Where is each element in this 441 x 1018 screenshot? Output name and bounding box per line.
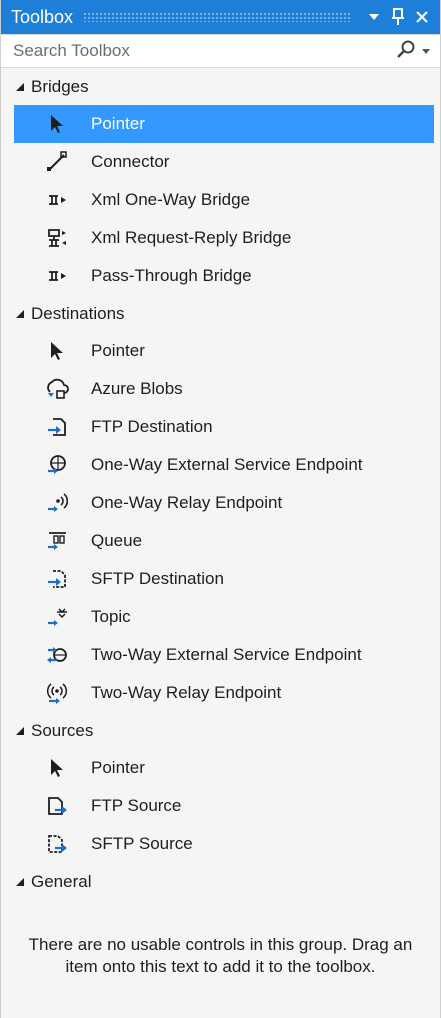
item-label: Connector bbox=[91, 152, 170, 171]
group-header-bridges[interactable]: Bridges bbox=[1, 68, 440, 105]
item-label: Two-Way Relay Endpoint bbox=[91, 683, 282, 702]
pass-through-bridge-icon bbox=[45, 264, 69, 288]
toolbox-item-one-way-external-service-endpoint[interactable]: One-Way External Service Endpoint bbox=[1, 446, 440, 484]
azure-blobs-icon bbox=[45, 377, 69, 401]
group-header-general[interactable]: General bbox=[1, 863, 440, 900]
search-icon[interactable] bbox=[396, 39, 416, 64]
request-reply-bridge-icon bbox=[45, 226, 69, 250]
item-label: Queue bbox=[91, 531, 143, 550]
external-service-endpoint-icon bbox=[45, 453, 69, 477]
expanded-triangle-icon bbox=[15, 726, 25, 736]
toolbox-item-pointer[interactable]: Pointer bbox=[14, 105, 434, 143]
relay-endpoint-icon bbox=[45, 491, 69, 515]
toolbox-item-sftp-destination[interactable]: SFTP Destination bbox=[1, 560, 440, 598]
item-label: FTP Destination bbox=[91, 417, 213, 436]
one-way-bridge-icon bbox=[45, 188, 69, 212]
toolbox-item-ftp-destination[interactable]: FTP Destination bbox=[1, 408, 440, 446]
search-box bbox=[1, 34, 440, 68]
toolbox-item-connector[interactable]: Connector bbox=[1, 143, 440, 181]
toolbox-item-two-way-relay-endpoint[interactable]: Two-Way Relay Endpoint bbox=[1, 674, 440, 712]
toolbox-item-one-way-relay-endpoint[interactable]: One-Way Relay Endpoint bbox=[1, 484, 440, 522]
sftp-source-icon bbox=[45, 832, 69, 856]
toolbox-title: Toolbox bbox=[11, 6, 74, 27]
group-label: Destinations bbox=[31, 303, 125, 323]
expanded-triangle-icon bbox=[15, 309, 25, 319]
item-label: Pass-Through Bridge bbox=[91, 266, 252, 285]
group-label: Bridges bbox=[31, 76, 89, 96]
toolbox-titlebar[interactable]: Toolbox bbox=[1, 0, 440, 34]
item-label: Pointer bbox=[91, 758, 145, 777]
item-label: SFTP Source bbox=[91, 834, 193, 853]
pointer-icon bbox=[45, 339, 69, 363]
dropdown-icon[interactable] bbox=[364, 6, 384, 28]
queue-icon bbox=[45, 529, 69, 553]
empty-group-message[interactable]: There are no usable controls in this gro… bbox=[1, 900, 440, 978]
toolbox-item-azure-blobs[interactable]: Azure Blobs bbox=[1, 370, 440, 408]
toolbox-item-pass-through-bridge[interactable]: Pass-Through Bridge bbox=[1, 257, 440, 295]
item-label: Pointer bbox=[91, 341, 145, 360]
toolbox-item-two-way-external-service-endpoint[interactable]: Two-Way External Service Endpoint bbox=[1, 636, 440, 674]
item-label: Xml One-Way Bridge bbox=[91, 190, 251, 209]
item-label: Xml Request-Reply Bridge bbox=[91, 228, 292, 247]
toolbox-item-xml-request-reply-bridge[interactable]: Xml Request-Reply Bridge bbox=[1, 219, 440, 257]
toolbox-panel: Toolbox Bridges Pointer bbox=[0, 0, 441, 1018]
ftp-destination-icon bbox=[45, 415, 69, 439]
titlebar-grip[interactable] bbox=[83, 12, 350, 22]
group-header-sources[interactable]: Sources bbox=[1, 712, 440, 749]
item-label: FTP Source bbox=[91, 796, 182, 815]
two-way-relay-endpoint-icon bbox=[45, 681, 69, 705]
search-options-icon[interactable] bbox=[422, 42, 430, 60]
topic-icon bbox=[45, 605, 69, 629]
item-label: Azure Blobs bbox=[91, 379, 183, 398]
close-icon[interactable] bbox=[412, 6, 432, 28]
toolbox-item-sftp-source[interactable]: SFTP Source bbox=[1, 825, 440, 863]
expanded-triangle-icon bbox=[15, 877, 25, 887]
item-label: One-Way Relay Endpoint bbox=[91, 493, 283, 512]
toolbox-item-queue[interactable]: Queue bbox=[1, 522, 440, 560]
item-label: Two-Way External Service Endpoint bbox=[91, 645, 362, 664]
toolbox-item-xml-one-way-bridge[interactable]: Xml One-Way Bridge bbox=[1, 181, 440, 219]
two-way-external-service-endpoint-icon bbox=[45, 643, 69, 667]
search-input[interactable] bbox=[11, 40, 396, 62]
item-label: Pointer bbox=[91, 114, 145, 133]
toolbox-item-ftp-source[interactable]: FTP Source bbox=[1, 787, 440, 825]
item-label: One-Way External Service Endpoint bbox=[91, 455, 363, 474]
toolbox-item-pointer[interactable]: Pointer bbox=[1, 749, 440, 787]
pointer-icon bbox=[45, 756, 69, 780]
group-label: Sources bbox=[31, 720, 94, 740]
pointer-icon bbox=[45, 112, 69, 136]
pin-icon[interactable] bbox=[388, 6, 408, 28]
toolbox-item-pointer[interactable]: Pointer bbox=[1, 332, 440, 370]
expanded-triangle-icon bbox=[15, 82, 25, 92]
sftp-destination-icon bbox=[45, 567, 69, 591]
item-label: Topic bbox=[91, 607, 131, 626]
group-label: General bbox=[31, 871, 92, 891]
group-header-destinations[interactable]: Destinations bbox=[1, 295, 440, 332]
connector-icon bbox=[45, 150, 69, 174]
item-label: SFTP Destination bbox=[91, 569, 224, 588]
toolbox-item-topic[interactable]: Topic bbox=[1, 598, 440, 636]
ftp-source-icon bbox=[45, 794, 69, 818]
